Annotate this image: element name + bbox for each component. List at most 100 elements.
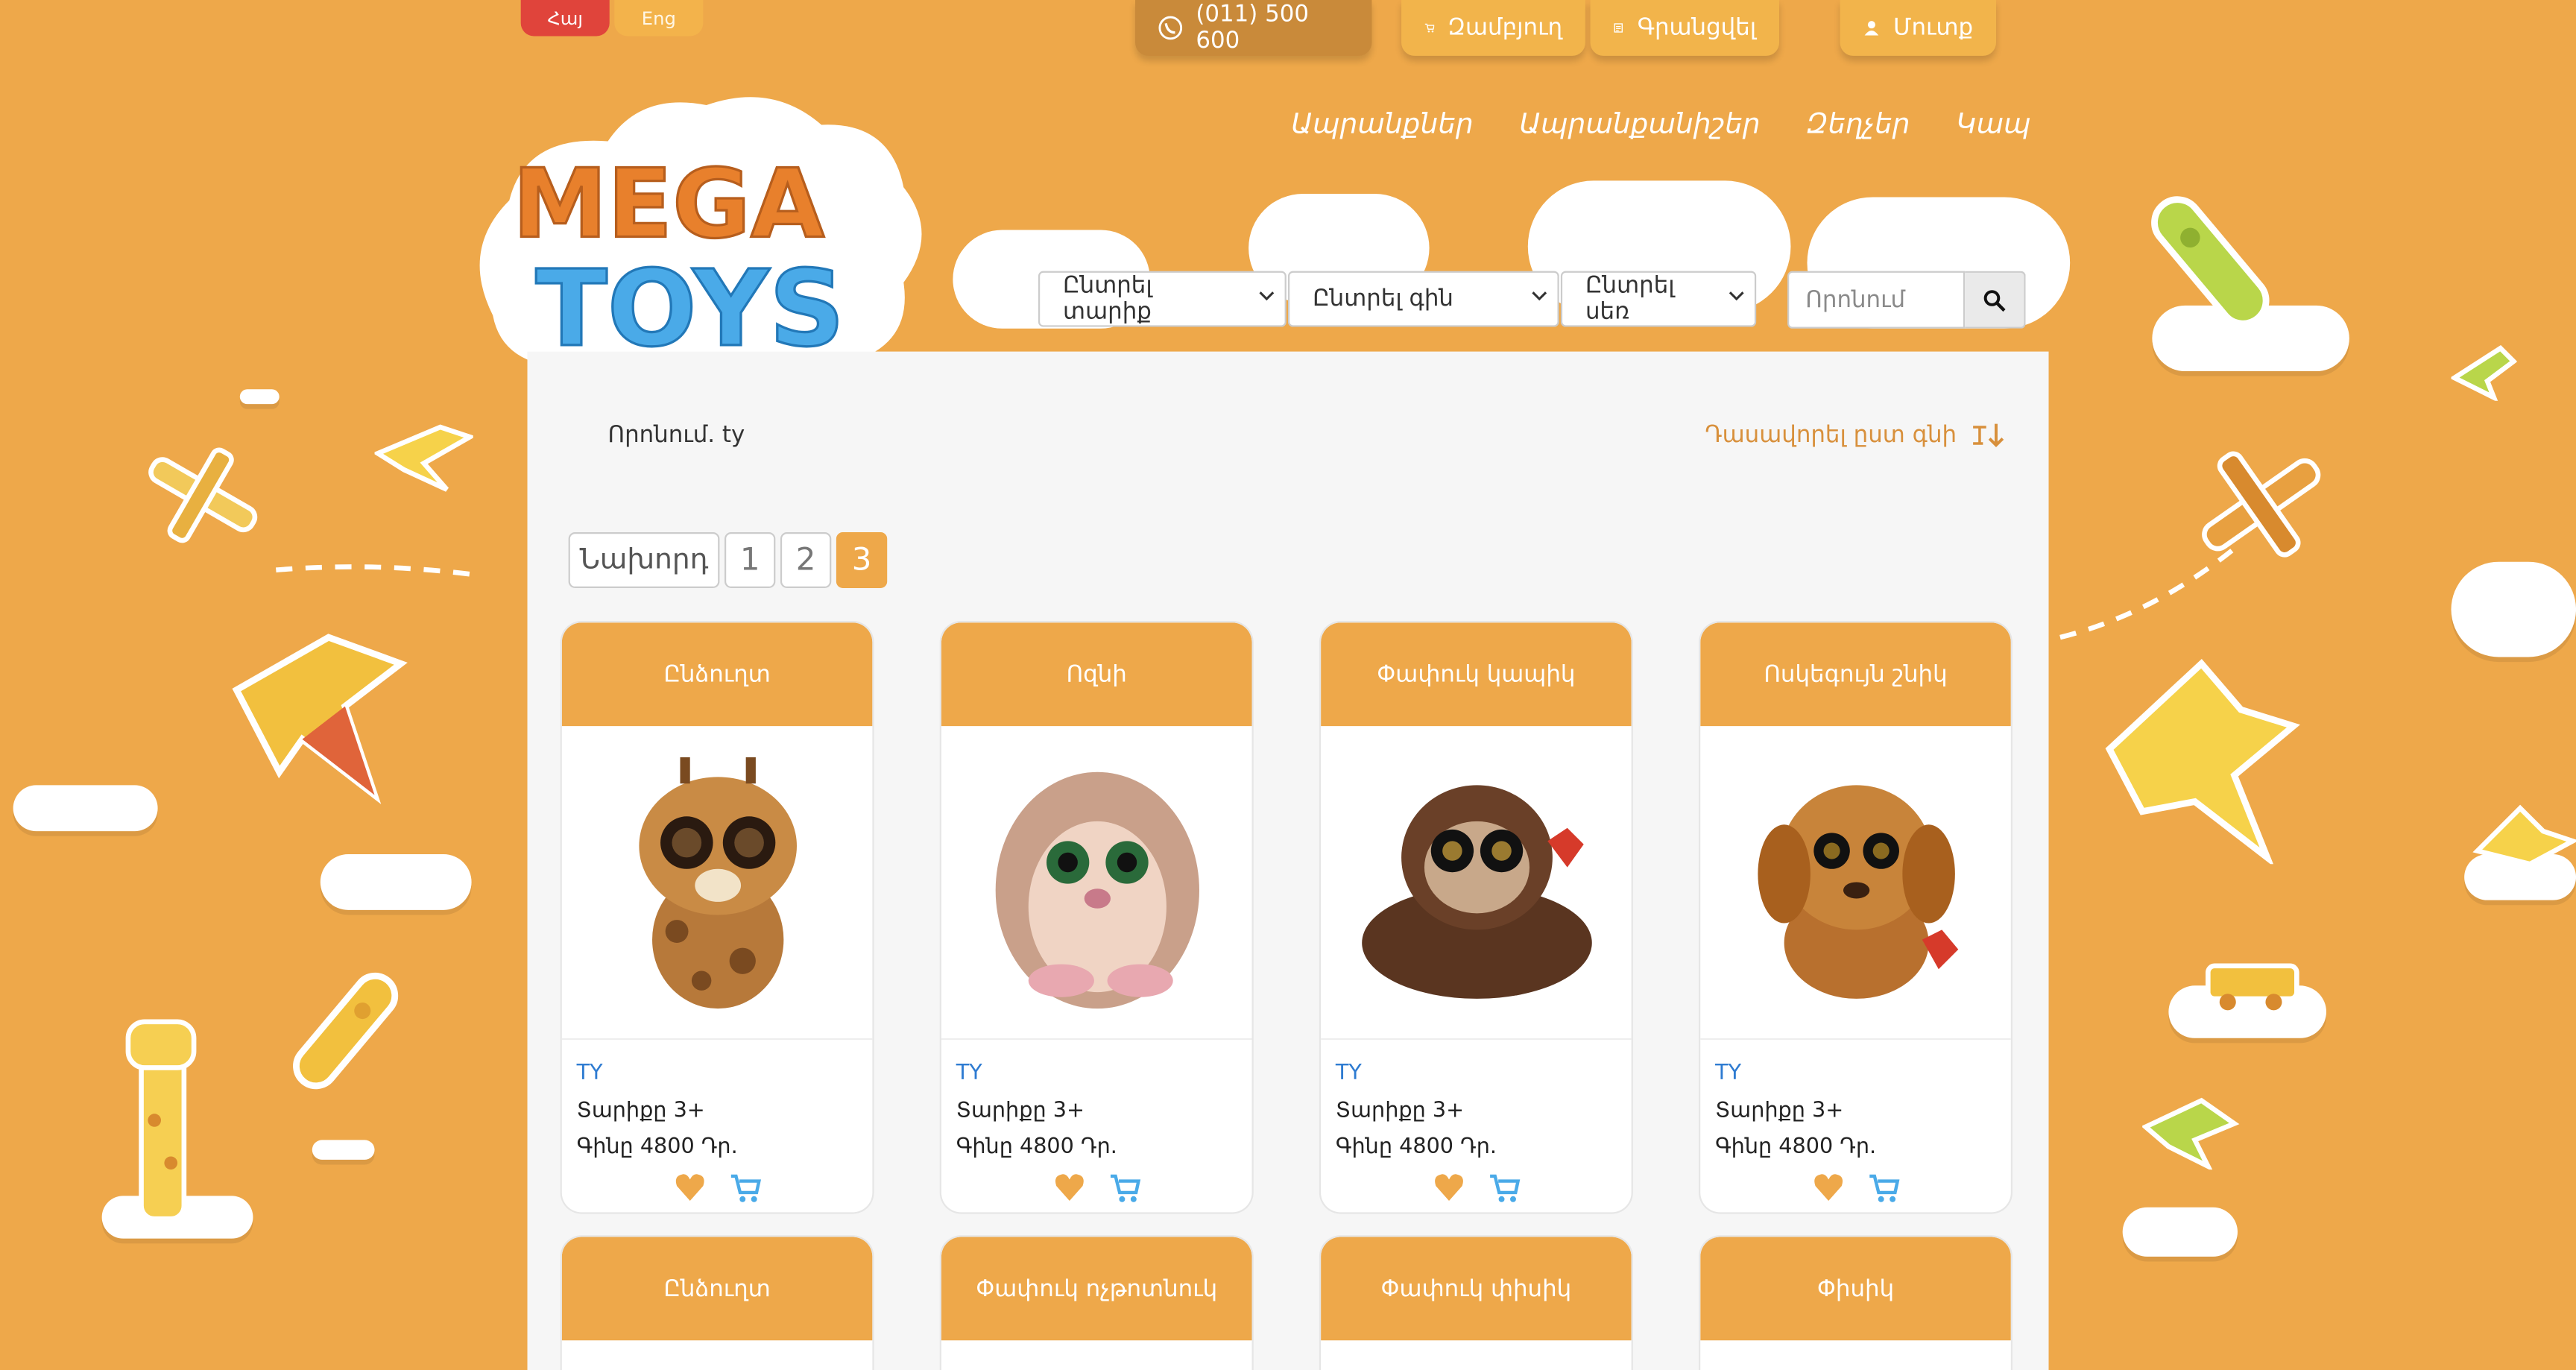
add-to-cart-icon[interactable] — [1108, 1170, 1141, 1203]
favorite-heart-icon[interactable] — [1811, 1170, 1844, 1203]
search-button[interactable] — [1965, 271, 2026, 329]
logo[interactable]: MEGA TOYS — [460, 86, 936, 398]
phone-icon — [1158, 16, 1183, 40]
monkey-plush-icon — [1361, 785, 1591, 999]
search-input[interactable] — [1787, 271, 1966, 329]
product-price: Գինը 4800 Դր. — [576, 1134, 738, 1160]
logo-line1: MEGA — [513, 148, 824, 259]
product-age: Տարիքը 3+ — [1715, 1098, 1844, 1123]
add-to-cart-icon[interactable] — [1867, 1170, 1900, 1203]
pagination-prev-button[interactable]: Նախորդ — [568, 532, 720, 588]
paper-plane-icon — [2059, 451, 2321, 640]
product-name: Ընձուղտ — [561, 622, 873, 727]
page: Հայ Eng (011) 500 600 Զամբյուղ Գրանցվել … — [0, 0, 2576, 1370]
product-image[interactable] — [561, 726, 873, 1041]
product-price: Գինը 4800 Դր. — [1715, 1134, 1877, 1160]
product-name: Փիսիկ — [1700, 1237, 2011, 1341]
product-card[interactable]: Ընձուղտ TY Տարիքը 3+ Գինը 4800 Դր. — [561, 622, 873, 1213]
product-image[interactable] — [1321, 726, 1632, 1041]
train-icon — [2206, 963, 2299, 1011]
age-filter-select[interactable]: Ընտրել տարիք — [1038, 271, 1287, 327]
origami-bird-icon — [2451, 344, 2517, 401]
favorite-heart-icon[interactable] — [1052, 1170, 1085, 1203]
cart-icon — [1424, 23, 1435, 33]
rocket-icon — [2151, 196, 2270, 327]
gender-filter-select[interactable]: Ընտրել սեռ — [1560, 271, 1757, 327]
sort-desc-icon — [1973, 423, 2004, 448]
user-icon — [1864, 21, 1879, 36]
product-card[interactable]: Փափուկ կապիկ TY Տարիքը 3+ Գինը 4800 Դր. — [1321, 622, 1632, 1213]
hedgehog-plush-icon — [994, 771, 1199, 1009]
product-name: Փափուկ ոչթոտնուկ — [941, 1237, 1252, 1341]
product-name: Փափուկ կապիկ — [1321, 622, 1632, 727]
nav-products[interactable]: Ապրանքներ — [1291, 108, 1473, 141]
nav-brands[interactable]: Ապրանքանիշեր — [1519, 108, 1760, 141]
cart-button[interactable]: Զամբյուղ — [1401, 0, 1585, 56]
cloud-decoration — [312, 1140, 375, 1160]
register-button[interactable]: Գրանցվել — [1590, 0, 1780, 56]
product-image[interactable] — [941, 726, 1252, 1041]
price-filter-value: Ընտրել գին — [1313, 285, 1453, 312]
giraffe-icon — [125, 1019, 197, 1219]
age-filter-value: Ընտրել տարիք — [1063, 272, 1152, 326]
product-card[interactable]: Ոսկեգույն շնիկ TY Տարիքը 3+ Գինը 4800 Դր… — [1700, 622, 2011, 1213]
nav-discounts[interactable]: Զեղչեր — [1806, 108, 1910, 141]
origami-bird-icon — [2472, 804, 2576, 867]
product-brand[interactable]: TY — [956, 1056, 1237, 1093]
register-icon — [1614, 23, 1623, 33]
favorite-heart-icon[interactable] — [1432, 1170, 1465, 1203]
dog-plush-icon — [1757, 785, 1958, 999]
product-price: Գինը 4800 Դր. — [956, 1134, 1117, 1160]
origami-bird-icon — [374, 424, 473, 492]
pagination-page-1[interactable]: 1 — [724, 532, 776, 588]
product-brand[interactable]: TY — [1715, 1056, 1996, 1093]
nav-contact[interactable]: Կապ — [1956, 108, 2030, 141]
add-to-cart-icon[interactable] — [729, 1170, 762, 1203]
cloud-decoration — [320, 853, 472, 910]
chevron-down-icon — [1259, 291, 1275, 301]
product-card[interactable]: Փիսիկ — [1700, 1237, 2011, 1370]
product-name: Փափուկ փիսիկ — [1321, 1237, 1632, 1341]
login-button[interactable]: Մուտք — [1840, 0, 1996, 56]
sort-by-price-button[interactable]: Դասավորել ըստ գնի — [1705, 422, 2006, 449]
product-card[interactable]: Ընձուղտ — [561, 1237, 873, 1370]
lang-english-button[interactable]: Eng — [614, 0, 704, 37]
product-card[interactable]: Փափուկ ոչթոտնուկ — [941, 1237, 1252, 1370]
sort-label: Դասավորել ըստ գնի — [1705, 422, 1957, 449]
results-panel: Որոնում. ty Դասավորել ըստ գնի Նախորդ 1 2… — [527, 351, 2049, 1370]
product-name: Ընձուղտ — [561, 1237, 873, 1341]
phone-button[interactable]: (011) 500 600 — [1135, 0, 1372, 56]
product-card[interactable]: Փափուկ փիսիկ — [1321, 1237, 1632, 1370]
search-icon — [1983, 289, 2006, 311]
gender-filter-value: Ընտրել սեռ — [1585, 272, 1675, 326]
product-brand[interactable]: TY — [577, 1056, 858, 1093]
phone-number: (011) 500 600 — [1196, 1, 1310, 54]
product-name: Ոսկեգույն շնիկ — [1700, 622, 2011, 727]
login-label: Մուտք — [1893, 14, 1974, 42]
cart-label: Զամբյուղ — [1448, 14, 1563, 42]
product-brand[interactable]: TY — [1336, 1056, 1617, 1093]
add-to-cart-icon[interactable] — [1488, 1170, 1521, 1203]
cloud-decoration — [2451, 561, 2576, 657]
product-price: Գինը 4800 Դր. — [1335, 1134, 1497, 1160]
origami-bird-icon — [2142, 1097, 2240, 1170]
cloud-decoration — [13, 785, 158, 832]
rocket-icon — [293, 972, 399, 1090]
product-image[interactable] — [1700, 726, 2011, 1041]
product-card[interactable]: Ոզնի TY Տարիքը 3+ Գինը 4800 Դր. — [941, 622, 1252, 1213]
pagination-page-2[interactable]: 2 — [780, 532, 832, 588]
product-age: Տարիքը 3+ — [576, 1098, 705, 1123]
price-filter-select[interactable]: Ընտրել գին — [1288, 271, 1559, 327]
pagination: Նախորդ 1 2 3 — [568, 532, 888, 588]
giraffe-plush-icon — [638, 757, 796, 1009]
register-label: Գրանցվել — [1637, 14, 1757, 42]
search-query-label: Որոնում. ty — [607, 422, 745, 449]
cloud-decoration — [2122, 1207, 2238, 1257]
product-name: Ոզնի — [941, 622, 1252, 727]
lang-armenian-button[interactable]: Հայ — [520, 0, 610, 37]
pagination-page-3[interactable]: 3 — [836, 532, 888, 588]
origami-bird-icon — [2105, 658, 2300, 865]
favorite-heart-icon[interactable] — [673, 1170, 706, 1203]
chevron-down-icon — [1729, 291, 1744, 301]
product-age: Տարիքը 3+ — [1335, 1098, 1465, 1123]
